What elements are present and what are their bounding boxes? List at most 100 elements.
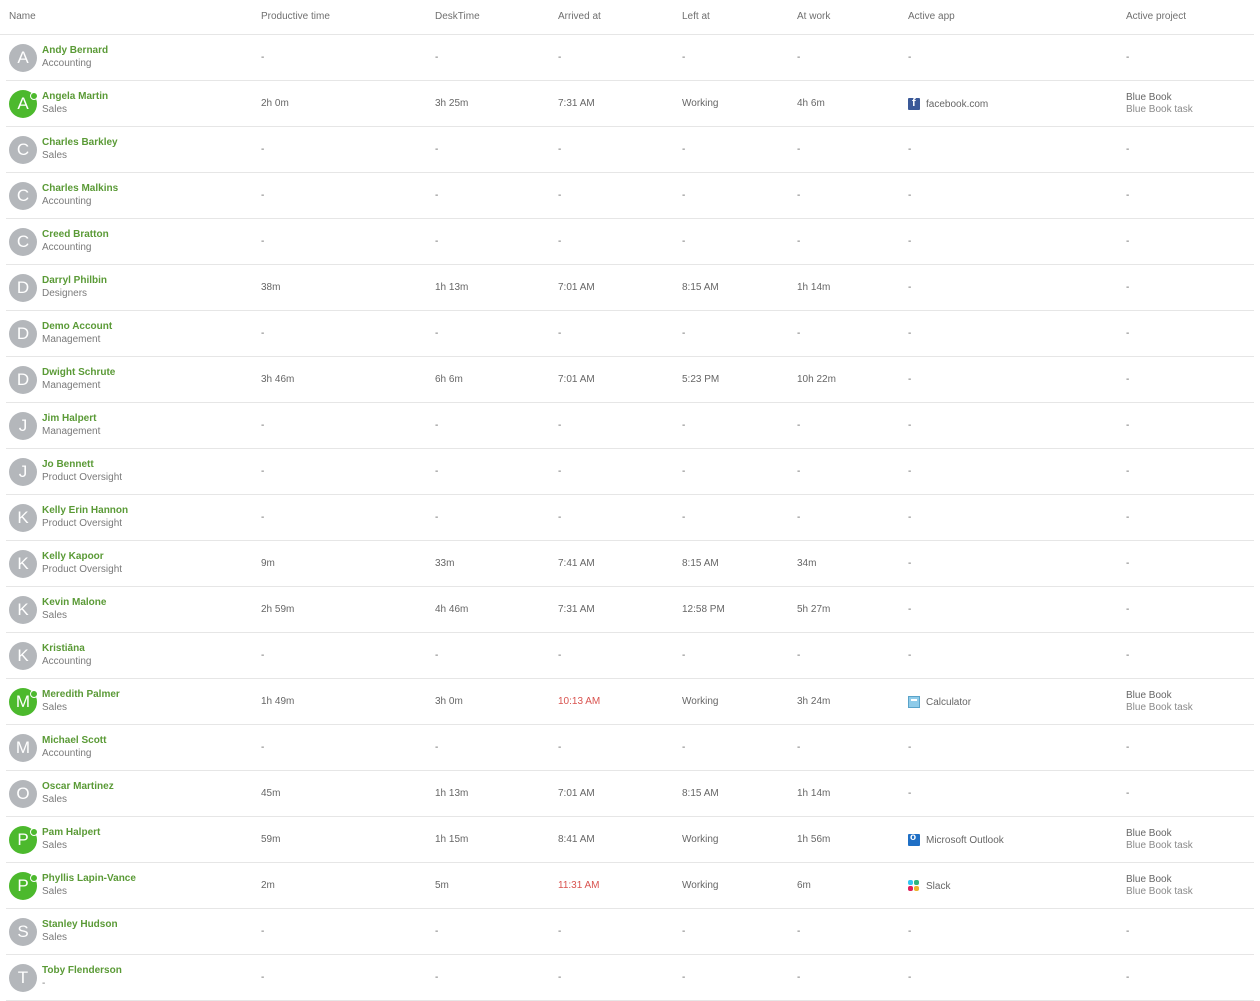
- at-work: -: [797, 420, 801, 431]
- employee-name-block: Michael Scott Accounting: [42, 734, 106, 760]
- employee-name-link[interactable]: Charles Barkley: [42, 136, 118, 149]
- at-work: 6m: [797, 880, 811, 891]
- online-status-dot: [30, 690, 38, 698]
- avatar: T: [9, 964, 37, 992]
- active-project: -: [1126, 926, 1130, 937]
- active-project: -: [1126, 420, 1130, 431]
- active-app: Calculator: [908, 696, 971, 708]
- productive-time: -: [261, 144, 265, 155]
- table-row[interactable]: C Charles Malkins Accounting - - - - - - -: [6, 173, 1254, 219]
- slack-icon: [908, 880, 920, 892]
- desktime: -: [435, 926, 439, 937]
- table-row[interactable]: D Dwight Schrute Management 3h 46m 6h 6m 7:01…: [6, 357, 1254, 403]
- avatar-initial: J: [18, 416, 28, 435]
- active-project: Blue Book Blue Book task: [1126, 874, 1193, 898]
- employee-name-link[interactable]: Creed Bratton: [42, 228, 109, 241]
- arrived-at: 10:13 AM: [558, 696, 601, 707]
- arrived-at: 8:41 AM: [558, 834, 595, 845]
- column-header-arrived-at[interactable]: Arrived at: [558, 11, 601, 22]
- employee-name-link[interactable]: Charles Malkins: [42, 182, 118, 195]
- table-row[interactable]: J Jim Halpert Management - - - - - - -: [6, 403, 1254, 449]
- column-header-at-work[interactable]: At work: [797, 11, 830, 22]
- left-at: 5:23 PM: [682, 374, 720, 385]
- employee-name-link[interactable]: Meredith Palmer: [42, 688, 120, 701]
- employee-team: Management: [42, 334, 101, 345]
- table-row[interactable]: C Creed Bratton Accounting - - - - - - -: [6, 219, 1254, 265]
- employee-name-link[interactable]: Jo Bennett: [42, 458, 122, 471]
- table-row[interactable]: T Toby Flenderson - - - - - - - -: [6, 955, 1254, 1001]
- active-project: -: [1126, 328, 1130, 339]
- employee-name-link[interactable]: Kelly Erin Hannon: [42, 504, 128, 517]
- column-header-active-app[interactable]: Active app: [908, 11, 955, 22]
- column-header-active-project[interactable]: Active project: [1126, 11, 1186, 22]
- employee-name-link[interactable]: Angela Martin: [42, 90, 108, 103]
- table-row[interactable]: O Oscar Martinez Sales 45m 1h 13m 7:01 AM 8:15…: [6, 771, 1254, 817]
- employee-name-link[interactable]: Demo Account: [42, 320, 112, 333]
- employee-name-block: Charles Malkins Accounting: [42, 182, 118, 208]
- employee-name-link[interactable]: Stanley Hudson: [42, 918, 118, 931]
- table-row[interactable]: K Kelly Erin Hannon Product Oversight - - - - -…: [6, 495, 1254, 541]
- active-project: -: [1126, 466, 1130, 477]
- at-work: -: [797, 52, 801, 63]
- left-at: Working: [682, 834, 719, 845]
- desktime: -: [435, 466, 439, 477]
- column-header-desktime[interactable]: DeskTime: [435, 11, 480, 22]
- employee-team: Designers: [42, 288, 88, 299]
- employee-name-link[interactable]: Kelly Kapoor: [42, 550, 122, 563]
- active-project: -: [1126, 604, 1130, 615]
- avatar-initial: C: [16, 140, 30, 159]
- column-header-productive-time[interactable]: Productive time: [261, 11, 330, 22]
- project-task: Blue Book task: [1126, 886, 1193, 897]
- avatar-initial: A: [17, 48, 29, 67]
- avatar-initial: A: [17, 94, 29, 113]
- employee-name-link[interactable]: Phyllis Lapin-Vance: [42, 872, 136, 885]
- employee-name-link[interactable]: Michael Scott: [42, 734, 106, 747]
- employee-name-link[interactable]: Kristiāna: [42, 642, 91, 655]
- table-row[interactable]: M Michael Scott Accounting - - - - - - -: [6, 725, 1254, 771]
- employee-name-block: Stanley Hudson Sales: [42, 918, 118, 944]
- productive-time: -: [261, 420, 265, 431]
- employee-name-link[interactable]: Darryl Philbin: [42, 274, 107, 287]
- employee-name-link[interactable]: Pam Halpert: [42, 826, 100, 839]
- avatar-initial: C: [16, 186, 30, 205]
- table-header: Name Productive time DeskTime Arrived at…: [0, 0, 1254, 35]
- table-row[interactable]: D Darryl Philbin Designers 38m 1h 13m 7:01 AM…: [6, 265, 1254, 311]
- table-row[interactable]: D Demo Account Management - - - - - - -: [6, 311, 1254, 357]
- employee-name-link[interactable]: Andy Bernard: [42, 44, 108, 57]
- at-work: -: [797, 466, 801, 477]
- table-row[interactable]: M Meredith Palmer Sales 1h 49m 3h 0m 10:13 AM…: [6, 679, 1254, 725]
- table-row[interactable]: P Pam Halpert Sales 59m 1h 15m 8:41 AM Working…: [6, 817, 1254, 863]
- table-row[interactable]: C Charles Barkley Sales - - - - - - -: [6, 127, 1254, 173]
- table-row[interactable]: K Kevin Malone Sales 2h 59m 4h 46m 7:31 AM 12:…: [6, 587, 1254, 633]
- desktime: 1h 13m: [435, 282, 469, 293]
- arrived-at: 7:31 AM: [558, 98, 595, 109]
- column-header-left-at[interactable]: Left at: [682, 11, 710, 22]
- desktime: -: [435, 742, 439, 753]
- avatar: D: [9, 274, 37, 302]
- online-status-dot: [30, 92, 38, 100]
- employee-name-link[interactable]: Kevin Malone: [42, 596, 106, 609]
- table-row[interactable]: A Andy Bernard Accounting - - - - - - -: [6, 35, 1254, 81]
- employee-name-link[interactable]: Oscar Martinez: [42, 780, 114, 793]
- active-app: Microsoft Outlook: [908, 832, 1004, 846]
- employee-name-block: Darryl Philbin Designers: [42, 274, 107, 300]
- productive-time: -: [261, 328, 265, 339]
- desktime: -: [435, 972, 439, 983]
- employee-name-link[interactable]: Dwight Schrute: [42, 366, 115, 379]
- table-row[interactable]: J Jo Bennett Product Oversight - - - - - - -: [6, 449, 1254, 495]
- table-row[interactable]: K Kelly Kapoor Product Oversight 9m 33m 7:41 …: [6, 541, 1254, 587]
- table-row[interactable]: P Phyllis Lapin-Vance Sales 2m 5m 11:31 AM Wor…: [6, 863, 1254, 909]
- arrived-at: 7:01 AM: [558, 788, 595, 799]
- productive-time: -: [261, 466, 265, 477]
- avatar-initial: T: [17, 968, 29, 987]
- table-row[interactable]: K Kristiāna Accounting - - - - - - -: [6, 633, 1254, 679]
- table-row[interactable]: S Stanley Hudson Sales - - - - - - -: [6, 909, 1254, 955]
- table-row[interactable]: A Angela Martin Sales 2h 0m 3h 25m 7:31 AM Wor…: [6, 81, 1254, 127]
- employee-name-link[interactable]: Jim Halpert: [42, 412, 100, 425]
- avatar-initial: P: [17, 876, 29, 895]
- employee-name-link[interactable]: Toby Flenderson: [42, 964, 122, 977]
- employee-name-block: Pam Halpert Sales: [42, 826, 100, 852]
- column-header-name[interactable]: Name: [9, 11, 36, 22]
- project-name: Blue Book: [1126, 690, 1172, 701]
- arrived-at: -: [558, 926, 562, 937]
